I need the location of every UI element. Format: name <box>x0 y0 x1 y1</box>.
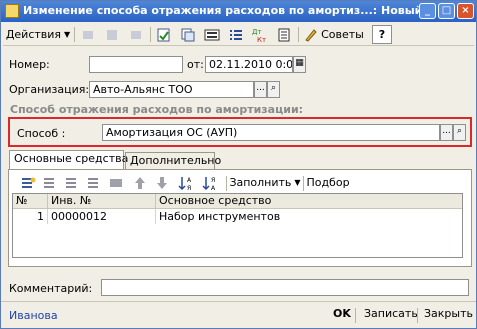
organization-label: Организация: <box>9 83 90 96</box>
window: Изменение способа отражения расходов по … <box>0 0 477 329</box>
tab-additional[interactable]: Дополнительно <box>125 152 221 169</box>
post-document-icon[interactable] <box>154 25 174 44</box>
calendar-icon[interactable]: ▦ <box>293 56 306 73</box>
back-icon[interactable] <box>78 25 98 44</box>
help-button[interactable]: ? <box>372 25 392 44</box>
organization-field[interactable]: Авто-Альянс ТОО <box>89 81 254 98</box>
cell-asset: Набор инструментов <box>159 210 281 223</box>
close-window-button[interactable]: × <box>457 3 474 19</box>
date-field[interactable]: 02.11.2010 0:00:00 <box>205 56 293 73</box>
tab-fixed-assets[interactable]: Основные средства <box>9 150 128 170</box>
section-title: Способ отражения расходов по амортизации… <box>10 103 304 116</box>
method-search-icon[interactable]: ⌕ <box>453 124 466 141</box>
actions-menu-button[interactable]: Действия ▼ <box>5 25 71 44</box>
method-label: Способ : <box>17 127 66 140</box>
svg-text:Я: Я <box>211 177 215 184</box>
actions-label: Действия <box>5 28 62 41</box>
close-button[interactable]: Закрыть <box>421 306 476 324</box>
select-label: Подбор <box>306 176 350 189</box>
add-row-icon[interactable] <box>19 173 37 192</box>
tab-label: Основные средства <box>14 152 129 165</box>
select-button[interactable]: ... <box>254 81 267 98</box>
number-label: Номер: <box>9 58 50 71</box>
toolbar: Действия ▼ Дт Кт Советы ? <box>3 24 474 46</box>
window-title: Изменение способа отражения расходов по … <box>23 4 432 17</box>
sort-desc-icon[interactable]: ЯA <box>201 173 221 192</box>
pencil-icon <box>305 28 317 42</box>
list-icon[interactable] <box>226 25 246 44</box>
move-down-icon[interactable] <box>153 173 171 192</box>
edit-icon[interactable] <box>102 25 122 44</box>
fill-menu-button[interactable]: Заполнить ▼ <box>229 173 301 192</box>
assets-table[interactable]: № Инв. № Основное средство 1 00000012 На… <box>12 193 463 258</box>
edit-row-icon[interactable] <box>63 173 81 192</box>
sort-asc-icon[interactable]: AЯ <box>177 173 197 192</box>
chevron-down-icon: ▼ <box>294 178 301 187</box>
select-items-button[interactable]: Подбор <box>306 173 350 192</box>
end-edit-icon[interactable] <box>107 173 125 192</box>
ok-button[interactable]: OK <box>330 306 354 324</box>
fill-label: Заполнить <box>229 176 292 189</box>
advice-button[interactable]: Советы <box>302 25 366 44</box>
svg-text:Я: Я <box>187 185 191 191</box>
report-icon[interactable] <box>274 25 294 44</box>
document-icon <box>5 4 19 18</box>
number-field[interactable] <box>89 56 183 73</box>
date-from-label: от: <box>187 58 204 71</box>
comment-field[interactable] <box>101 279 469 296</box>
title-bar: Изменение способа отражения расходов по … <box>1 1 476 22</box>
svg-text:Дт: Дт <box>252 28 262 36</box>
comment-label: Комментарий: <box>9 282 93 295</box>
maximize-button[interactable]: □ <box>438 3 455 19</box>
cell-inv: 00000012 <box>48 209 156 224</box>
col-header-number[interactable]: № <box>13 194 48 209</box>
minimize-button[interactable]: _ <box>419 3 436 19</box>
chevron-down-icon: ▼ <box>64 30 71 39</box>
search-icon[interactable]: ⌕ <box>267 81 280 98</box>
col-header-inv[interactable]: Инв. № <box>48 194 156 209</box>
method-field[interactable]: Амортизация ОС (АУП) <box>102 124 440 141</box>
advice-label: Советы <box>321 28 364 41</box>
copy-row-icon[interactable] <box>41 173 59 192</box>
cell-number: 1 <box>13 209 48 224</box>
move-up-icon[interactable] <box>131 173 149 192</box>
method-select-button[interactable]: ... <box>440 124 453 141</box>
dt-kt-icon[interactable]: Дт Кт <box>250 25 270 44</box>
svg-text:A: A <box>211 185 216 191</box>
help-label: ? <box>378 28 386 41</box>
tab-label: Дополнительно <box>130 154 222 167</box>
user-link[interactable]: Иванова <box>9 309 58 322</box>
copy-icon[interactable] <box>178 25 198 44</box>
delete-row-icon[interactable] <box>85 173 103 192</box>
structure-icon[interactable] <box>202 25 222 44</box>
col-header-asset[interactable]: Основное средство <box>156 194 462 209</box>
forward-icon[interactable] <box>126 25 146 44</box>
svg-text:A: A <box>187 177 192 184</box>
svg-text:Кт: Кт <box>257 36 266 43</box>
save-button[interactable]: Записать <box>361 306 421 324</box>
